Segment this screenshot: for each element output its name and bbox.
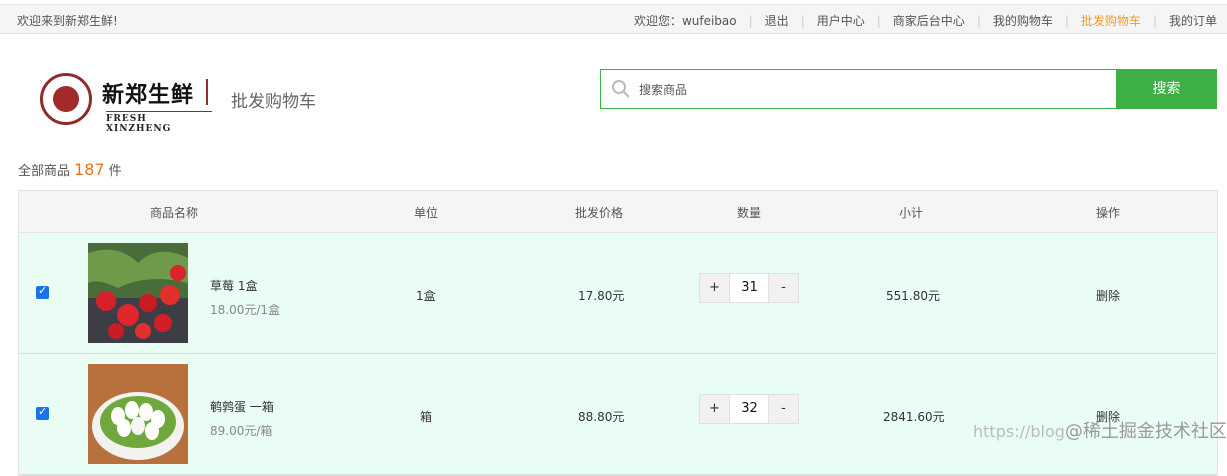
product-image-strawberry[interactable] [88, 243, 188, 343]
product-unit-price: 89.00元/箱 [210, 424, 273, 438]
wholesale-cart-link[interactable]: 批发购物车 [1081, 12, 1141, 29]
count-number: 187 [74, 160, 105, 179]
row-unit: 箱 [420, 410, 433, 424]
row-subtotal: 2841.60元 [883, 410, 945, 424]
row-checkbox[interactable] [36, 284, 49, 299]
top-bar: 欢迎来到新郑生鲜! 欢迎您：wufeibao | 退出 | 用户中心 | 商家后… [0, 4, 1227, 34]
greeting-text: 欢迎您：wufeibao [633, 14, 737, 28]
welcome-text: 欢迎来到新郑生鲜! [17, 14, 118, 28]
row-checkbox[interactable] [36, 405, 49, 420]
row-price: 88.80元 [578, 410, 625, 424]
merchant-backend-link[interactable]: 商家后台中心 [893, 12, 965, 29]
search-icon [612, 80, 630, 98]
watermark-brand: @稀土掘金技术社区 [1064, 421, 1227, 442]
quantity-increase-button[interactable]: + [700, 395, 730, 423]
logo-seal-icon [40, 73, 92, 125]
watermark-url: https://blog [973, 422, 1065, 441]
watermark: https://blog@稀土掘金技术社区 [973, 417, 1227, 443]
header-wholesale-price: 批发价格 [575, 206, 624, 220]
search-button[interactable]: 搜索 [1116, 69, 1217, 109]
my-orders-link[interactable]: 我的订单 [1169, 12, 1217, 29]
nav-separator: | [1152, 13, 1157, 28]
row-price: 17.80元 [578, 289, 625, 303]
top-nav: 欢迎您：wufeibao | 退出 | 用户中心 | 商家后台中心 | 我的购物… [634, 12, 1217, 29]
my-cart-link[interactable]: 我的购物车 [993, 12, 1053, 29]
table-row: 草莓 1盒 18.00元/1盒 1盒 17.80元 + 31 - 551.80元… [19, 233, 1217, 354]
nav-separator: | [800, 13, 805, 28]
row-unit: 1盒 [416, 289, 436, 303]
nav-separator: | [748, 13, 753, 28]
search-bar: 搜索 [600, 69, 1217, 109]
product-name[interactable]: 草莓 1盒 [210, 277, 257, 294]
nav-separator: | [1064, 13, 1069, 28]
site-logo[interactable]: 新郑生鲜 FRESH XINZHENG [40, 73, 212, 134]
quantity-stepper: + 32 - [699, 394, 799, 424]
header-action: 操作 [1096, 206, 1121, 220]
header-product-name: 商品名称 [150, 206, 199, 220]
quantity-value[interactable]: 31 [730, 274, 769, 302]
user-center-link[interactable]: 用户中心 [817, 12, 865, 29]
header-unit: 单位 [414, 206, 439, 220]
logo-brand-text: 新郑生鲜 [102, 82, 195, 108]
item-count: 全部商品 187 件 [18, 160, 122, 179]
quantity-value[interactable]: 32 [730, 395, 769, 423]
header-quantity: 数量 [737, 206, 762, 220]
table-row: 鹌鹑蛋 一箱 89.00元/箱 箱 88.80元 + 32 - 2841.60元… [19, 354, 1217, 475]
row-subtotal: 551.80元 [886, 289, 940, 303]
page-title: 批发购物车 [231, 92, 316, 112]
logo-sub-text: FRESH XINZHENG [106, 111, 212, 134]
product-name[interactable]: 鹌鹑蛋 一箱 [210, 398, 274, 415]
count-label: 全部商品 [18, 164, 71, 179]
nav-separator: | [876, 13, 881, 28]
quantity-stepper: + 31 - [699, 273, 799, 303]
header-subtotal: 小计 [899, 206, 924, 220]
table-header: 商品名称 单位 批发价格 数量 小计 操作 [19, 191, 1217, 233]
search-input[interactable] [637, 78, 1111, 102]
count-unit: 件 [108, 164, 122, 179]
product-unit-price: 18.00元/1盒 [210, 303, 281, 317]
nav-separator: | [976, 13, 981, 28]
logout-link[interactable]: 退出 [765, 12, 789, 29]
quantity-increase-button[interactable]: + [700, 274, 730, 302]
quantity-decrease-button[interactable]: - [768, 274, 798, 302]
delete-link[interactable]: 删除 [1096, 287, 1120, 304]
product-image-quail-eggs[interactable] [88, 364, 188, 464]
quantity-decrease-button[interactable]: - [768, 395, 798, 423]
logo-divider [206, 79, 208, 105]
